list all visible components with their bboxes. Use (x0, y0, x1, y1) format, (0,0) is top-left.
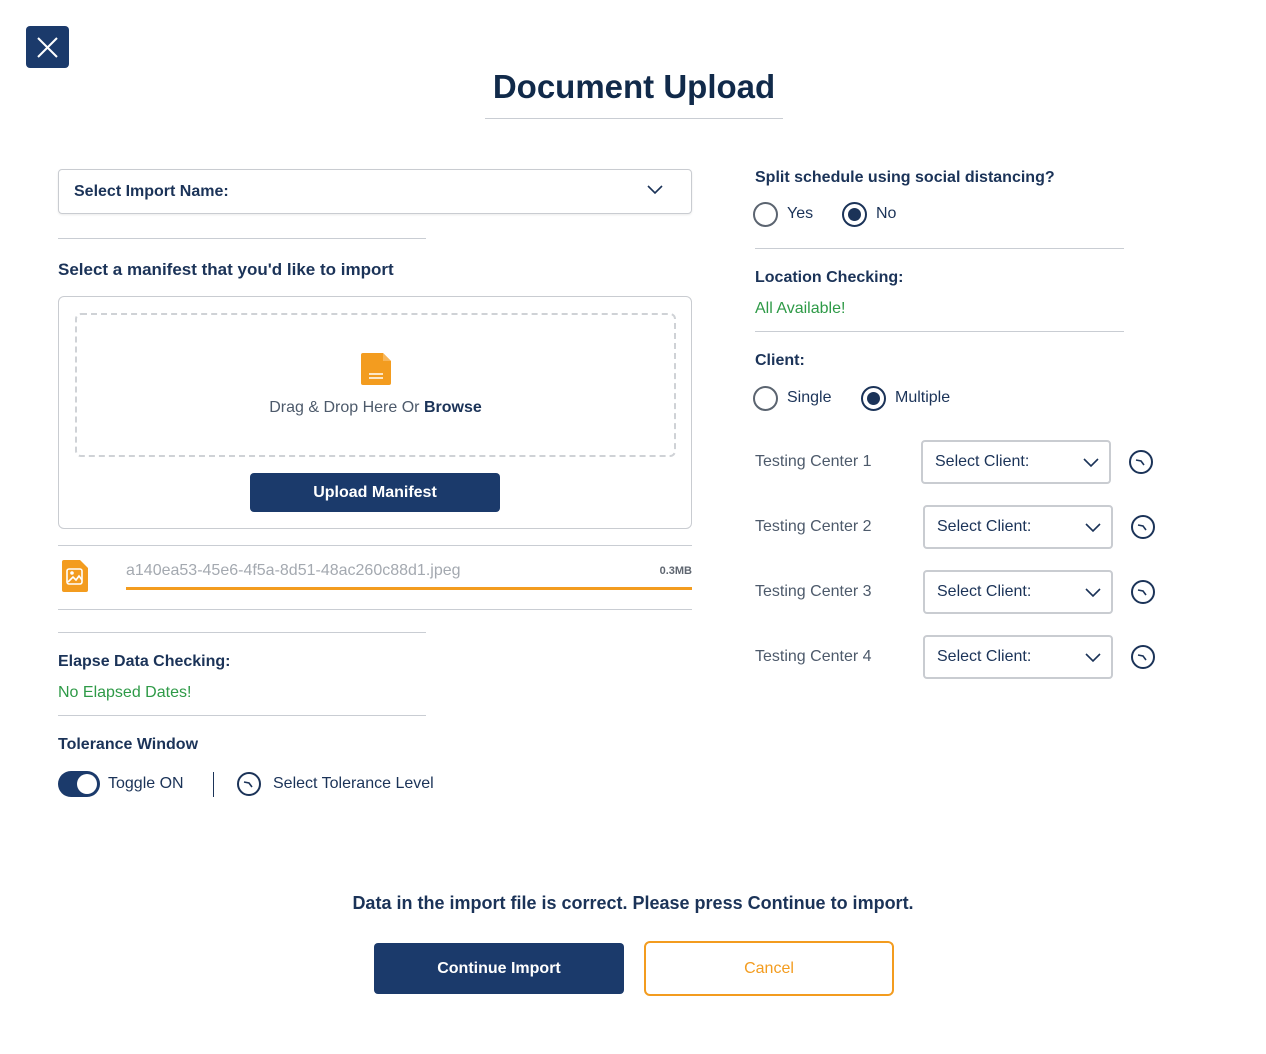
testing-center-label: Testing Center 2 (755, 518, 872, 535)
testing-center-client-select[interactable]: Select Client: (921, 440, 1111, 484)
location-check-status: All Available! (755, 300, 846, 317)
close-button[interactable] (26, 26, 69, 68)
close-icon (37, 37, 58, 58)
split-schedule-question: Split schedule using social distancing? (755, 169, 1055, 186)
clock-icon[interactable] (1129, 450, 1153, 474)
footer-message: Data in the import file is correct. Plea… (352, 893, 914, 913)
divider (755, 331, 1124, 332)
split-no-label: No (876, 205, 897, 222)
testing-center-label: Testing Center 1 (755, 453, 872, 470)
chevron-down-icon (647, 185, 663, 195)
manifest-upload-card: Drag & Drop Here Or Browse Upload Manife… (58, 296, 692, 529)
uploaded-file-row: a140ea53-45e6-4f5a-8d51-48ac260c88d1.jpe… (58, 545, 692, 610)
clock-icon[interactable] (237, 772, 261, 796)
split-yes-radio[interactable] (753, 202, 778, 227)
select-client-text: Select Client: (935, 453, 1030, 470)
chevron-down-icon (1085, 523, 1101, 533)
select-client-text: Select Client: (937, 583, 1032, 600)
file-size: 0.3MB (659, 565, 692, 577)
upload-manifest-button[interactable]: Upload Manifest (250, 473, 500, 512)
tolerance-toggle[interactable] (58, 771, 100, 797)
split-yes-label: Yes (787, 205, 814, 222)
upload-progress-bar (126, 587, 692, 590)
elapse-check-label: Elapse Data Checking: (58, 653, 231, 670)
testing-center-client-select[interactable]: Select Client: (923, 635, 1113, 679)
select-client-text: Select Client: (937, 518, 1032, 535)
client-multiple-label: Multiple (895, 389, 951, 406)
page-title: Document Upload (485, 68, 783, 119)
split-no-radio[interactable] (842, 202, 867, 227)
divider (58, 715, 426, 716)
import-name-select[interactable]: Select Import Name: (58, 169, 692, 214)
divider (755, 248, 1124, 249)
file-icon (361, 353, 391, 385)
select-client-text: Select Client: (937, 648, 1032, 665)
separator (213, 772, 214, 797)
file-name: a140ea53-45e6-4f5a-8d51-48ac260c88d1.jpe… (126, 562, 461, 579)
client-multiple-radio[interactable] (861, 386, 886, 411)
cancel-button[interactable]: Cancel (644, 941, 894, 996)
divider (58, 632, 426, 633)
tolerance-heading: Tolerance Window (58, 736, 199, 753)
tolerance-level-select[interactable]: Select Tolerance Level (273, 775, 434, 793)
testing-center-label: Testing Center 3 (755, 583, 872, 600)
client-single-radio[interactable] (753, 386, 778, 411)
import-name-label: Select Import Name: (74, 183, 229, 200)
image-file-icon (62, 560, 88, 592)
browse-link[interactable]: Browse (424, 399, 482, 416)
testing-center-client-select[interactable]: Select Client: (923, 505, 1113, 549)
continue-import-button[interactable]: Continue Import (374, 943, 624, 994)
clock-icon[interactable] (1131, 515, 1155, 539)
location-check-label: Location Checking: (755, 269, 904, 286)
toggle-label: Toggle ON (108, 775, 184, 792)
divider (58, 238, 426, 239)
client-label: Client: (755, 352, 805, 369)
testing-center-client-select[interactable]: Select Client: (923, 570, 1113, 614)
chevron-down-icon (1085, 588, 1101, 598)
manifest-heading: Select a manifest that you'd like to imp… (58, 260, 394, 279)
clock-icon[interactable] (1131, 580, 1155, 604)
client-single-label: Single (787, 389, 832, 406)
chevron-down-icon (1083, 458, 1099, 468)
drop-instruction: Drag & Drop Here Or (269, 399, 424, 416)
toggle-knob (77, 774, 97, 794)
chevron-down-icon (1085, 653, 1101, 663)
testing-center-label: Testing Center 4 (755, 648, 872, 665)
elapse-check-status: No Elapsed Dates! (58, 684, 192, 701)
clock-icon[interactable] (1131, 645, 1155, 669)
drop-text: Drag & Drop Here Or Browse (77, 399, 674, 417)
dropzone[interactable]: Drag & Drop Here Or Browse (75, 313, 676, 457)
